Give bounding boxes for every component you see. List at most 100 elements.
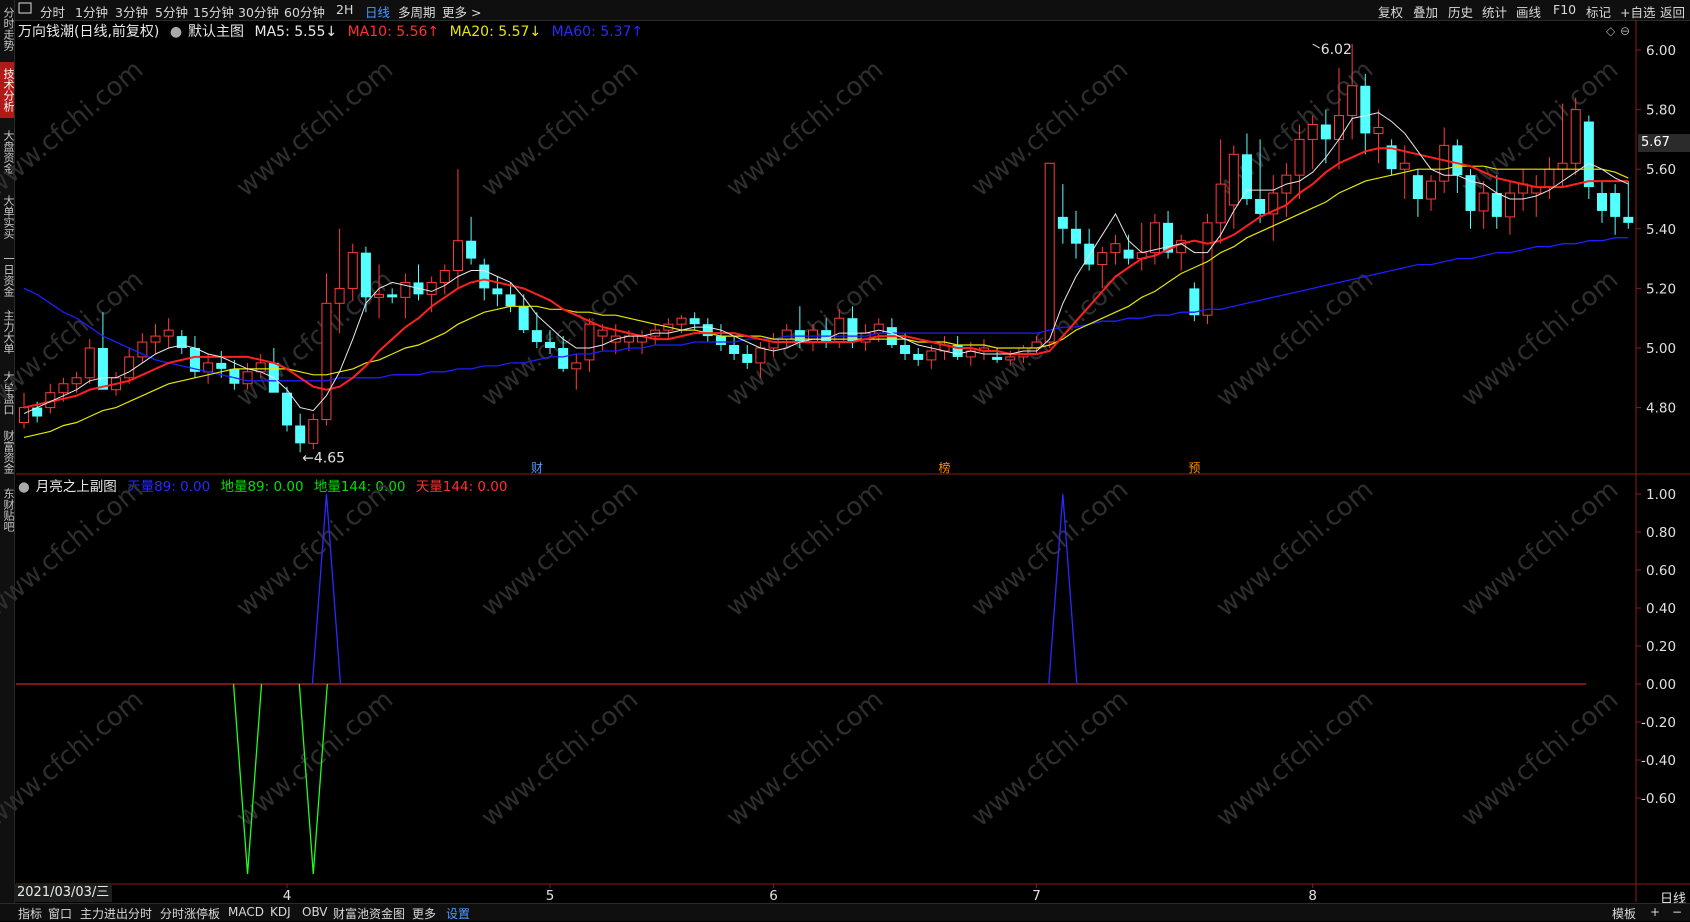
candle-body-80 — [1071, 228, 1081, 244]
event-mark-0: 财 — [531, 461, 543, 475]
candle-body-55 — [742, 353, 753, 363]
candle-body-99 — [1320, 124, 1331, 140]
bottom-tab-2[interactable]: 主力进出分时 — [80, 905, 152, 922]
candle-body-36 — [492, 288, 503, 295]
candle-body-119 — [1583, 121, 1594, 188]
candle-body-75 — [1005, 356, 1016, 361]
candle-body-65 — [873, 323, 884, 334]
candle-body-94 — [1255, 199, 1266, 214]
candle-body-106 — [1412, 175, 1423, 199]
watermark-24: www.cfchi.com — [721, 685, 890, 833]
current-price-marker: 5.67 — [1638, 134, 1690, 152]
candle-body-91 — [1215, 183, 1226, 224]
bottom-tab-7[interactable]: 财富池资金图 — [333, 905, 405, 922]
candle-body-86 — [1149, 222, 1160, 254]
watermark-0: www.cfchi.com — [0, 55, 149, 203]
bottom-tab-bar: 指标 窗口 主力进出分时 分时涨停板 MACD KDJ OBV 财富池资金图 更多 设置 模板 + − — [0, 903, 1690, 921]
candle-body-10 — [150, 335, 161, 343]
candle-body-6 — [97, 348, 108, 390]
sub-tick-7: -0.40 — [1641, 753, 1676, 769]
watermark-23: www.cfchi.com — [476, 685, 645, 833]
candle-body-35 — [479, 264, 490, 289]
watermark-19: www.cfchi.com — [1211, 475, 1380, 623]
candle-body-11 — [163, 329, 174, 337]
bottom-tab-8[interactable]: 更多 — [412, 905, 436, 922]
sub-tick-8: -0.60 — [1641, 791, 1676, 807]
candle-body-76 — [1018, 347, 1029, 358]
bottom-tab-4[interactable]: MACD — [228, 905, 264, 919]
candle-body-82 — [1097, 252, 1108, 266]
price-tick-6: 4.80 — [1646, 401, 1676, 417]
candle-body-24 — [334, 287, 345, 304]
watermark-27: www.cfchi.com — [1456, 685, 1625, 833]
candle-body-53 — [715, 336, 726, 346]
candle-body-69 — [926, 350, 937, 361]
bottom-tab-3[interactable]: 分时涨停板 — [160, 905, 220, 922]
kline-chart[interactable]: www.cfchi.com www.cfchi.com www.cfchi.com w… — [0, 0, 1690, 920]
price-tick-4: 5.20 — [1646, 281, 1676, 297]
bottom-tab-6[interactable]: OBV — [302, 905, 328, 919]
candle-body-107 — [1426, 180, 1437, 200]
candle-body-97 — [1294, 138, 1305, 176]
x-label-2: 6 — [769, 888, 778, 904]
diamond-icon: ◇ — [1606, 24, 1616, 38]
watermark-2: www.cfchi.com — [476, 55, 645, 203]
price-tick-5: 5.00 — [1646, 341, 1676, 357]
candle-body-44 — [597, 329, 608, 337]
candle-body-16 — [229, 368, 240, 384]
bottom-tab-9[interactable]: 设置 — [446, 905, 470, 922]
candle-body-122 — [1623, 216, 1634, 223]
candle-body-113 — [1504, 192, 1515, 218]
candle-body-39 — [531, 330, 542, 343]
candle-body-18 — [255, 362, 266, 373]
bottom-right-0[interactable]: 模板 — [1612, 905, 1636, 922]
sub-tick-1: 0.80 — [1646, 525, 1676, 541]
candle-body-116 — [1544, 168, 1555, 188]
cursor-date-label: 2021/03/03/三 — [14, 884, 113, 902]
candle-body-101 — [1347, 85, 1358, 117]
candle-body-41 — [558, 348, 569, 369]
candle-body-79 — [1057, 216, 1068, 229]
watermark-21: www.cfchi.com — [0, 685, 149, 833]
sub-tick-5: 0.00 — [1646, 677, 1676, 693]
x-label-3: 7 — [1032, 888, 1041, 904]
candle-body-25 — [347, 252, 358, 289]
sub-tick-2: 0.60 — [1646, 563, 1676, 579]
low-price-label: ←4.65 — [302, 450, 345, 466]
candle-body-63 — [847, 318, 858, 343]
watermark-15: www.cfchi.com — [231, 475, 400, 623]
candle-body-33 — [452, 240, 463, 272]
watermark-1: www.cfchi.com — [231, 55, 400, 203]
di89-spike-0 — [232, 683, 263, 875]
watermark-18: www.cfchi.com — [966, 475, 1135, 623]
watermark-12: www.cfchi.com — [1211, 265, 1380, 413]
candle-body-28 — [387, 294, 398, 298]
high-price-pointer — [1312, 43, 1320, 49]
candle-body-68 — [913, 353, 924, 360]
watermark-16: www.cfchi.com — [476, 475, 645, 623]
bottom-tab-0[interactable]: 指标 — [18, 905, 42, 922]
bottom-right-1[interactable]: + — [1650, 905, 1660, 919]
candle-body-84 — [1123, 249, 1134, 259]
event-mark-1: 榜 — [938, 460, 950, 475]
candle-body-100 — [1334, 115, 1344, 140]
watermark-13: www.cfchi.com — [1456, 265, 1625, 413]
candle-body-120 — [1597, 193, 1607, 211]
bottom-right-2[interactable]: − — [1672, 905, 1682, 919]
candle-body-42 — [571, 362, 582, 370]
price-tick-3: 5.40 — [1646, 222, 1676, 238]
bottom-tab-5[interactable]: KDJ — [270, 905, 291, 919]
candle-body-38 — [518, 306, 529, 331]
candle-body-108 — [1439, 144, 1450, 182]
candle-body-0 — [19, 407, 29, 424]
candle-body-92 — [1228, 153, 1239, 206]
candle-body-121 — [1610, 193, 1621, 217]
candle-body-102 — [1360, 85, 1371, 134]
bottom-tab-1[interactable]: 窗口 — [48, 905, 72, 922]
watermark-26: www.cfchi.com — [1211, 685, 1380, 833]
sub-tick-4: 0.20 — [1646, 639, 1676, 655]
candle-body-67 — [900, 345, 911, 354]
settings-circle-icon: ⊖ — [1620, 24, 1630, 38]
candle-body-112 — [1491, 193, 1502, 217]
watermark-8: www.cfchi.com — [231, 265, 400, 413]
